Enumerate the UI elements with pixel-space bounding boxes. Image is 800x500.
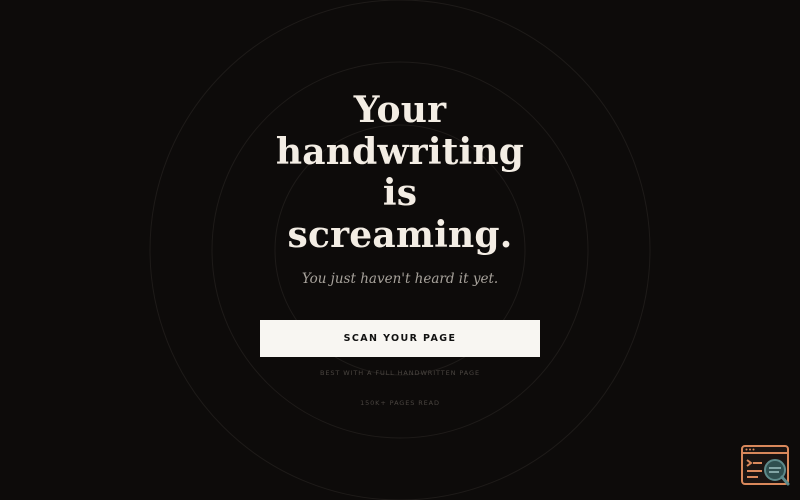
headline-line-3: is xyxy=(382,172,418,214)
subtitle: You just haven't heard it yet. xyxy=(301,271,499,287)
scan-your-page-button[interactable]: SCAN YOUR PAGE xyxy=(260,320,540,357)
hero-section: Your handwriting is screaming. You just … xyxy=(0,0,800,500)
pages-read-stat: 150K+ PAGES READ xyxy=(360,399,440,407)
headline: Your handwriting is screaming. xyxy=(200,89,600,256)
headline-line-2: handwriting xyxy=(275,130,525,173)
browser-search-icon xyxy=(741,445,790,486)
usage-hint: BEST WITH A FULL HANDWRITTEN PAGE xyxy=(320,369,480,377)
browser-search-widget[interactable] xyxy=(740,444,792,488)
headline-line-1: Your xyxy=(353,89,447,131)
headline-line-4: screaming. xyxy=(287,213,513,256)
